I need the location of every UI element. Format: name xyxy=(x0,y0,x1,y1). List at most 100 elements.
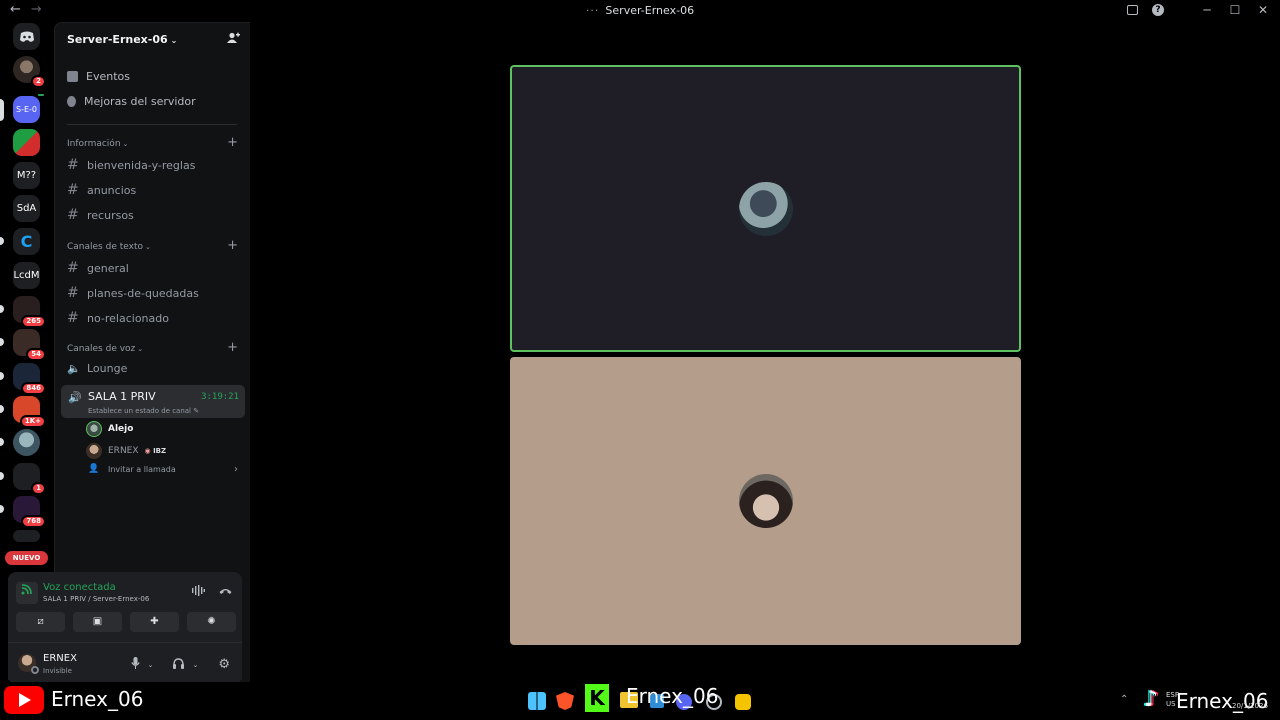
participant-tile[interactable] xyxy=(510,357,1021,645)
user-avatar[interactable] xyxy=(18,654,39,674)
unread-badge: 54 xyxy=(26,348,46,361)
server-icon-avatar[interactable] xyxy=(0,429,40,456)
avatar xyxy=(86,421,102,437)
taskbar-apps xyxy=(528,692,574,710)
hash-icon: # xyxy=(67,310,79,326)
server-icon-s-e-0[interactable]: S-E-0 xyxy=(0,92,46,123)
voice-connected-title[interactable]: Voz conectada xyxy=(43,582,116,593)
close-button[interactable]: ✕ xyxy=(1256,3,1270,17)
calendar-icon xyxy=(67,71,78,82)
participant-avatar xyxy=(738,181,793,236)
soundboard-button[interactable]: ✺ xyxy=(187,612,236,632)
server-icon-m[interactable]: M?? xyxy=(13,162,40,189)
hash-icon: # xyxy=(67,207,79,223)
voice-channel-lounge[interactable]: 🔈 Lounge xyxy=(67,362,127,375)
speaker-active-icon: 🔊 xyxy=(68,391,82,404)
server-icon-1k[interactable]: 1K+ xyxy=(0,396,46,428)
settings-gear-icon[interactable]: ⚙ xyxy=(218,657,230,672)
server-icon-1[interactable]: 1 xyxy=(0,463,46,495)
brave-browser-icon[interactable] xyxy=(556,692,574,710)
screen-share-button[interactable]: ▣ xyxy=(73,612,122,632)
channel-label: general xyxy=(87,261,129,275)
category-info[interactable]: Información ⌄ xyxy=(67,139,128,149)
add-member-icon[interactable] xyxy=(227,32,240,47)
user-controls: ⌄ ⌄ ⚙ xyxy=(130,657,230,672)
server-icon-sda[interactable]: SdA xyxy=(13,195,40,222)
unread-indicator xyxy=(0,505,4,513)
microphone-icon[interactable] xyxy=(130,657,140,672)
inbox-icon[interactable] xyxy=(1127,5,1138,15)
channel-bienvenida-y-reglas[interactable]: # bienvenida-y-reglas xyxy=(67,157,195,173)
server-icon-game[interactable] xyxy=(13,129,40,156)
invite-to-call[interactable]: 👤 Invitar a llamada xyxy=(86,464,176,474)
category-voice[interactable]: Canales de voz ⌄ xyxy=(67,344,143,354)
server-icon-768[interactable]: 768 xyxy=(0,496,46,528)
clock[interactable]: 20/1/2026 xyxy=(1232,693,1268,711)
hash-icon: # xyxy=(67,157,79,173)
add-person-icon: 👤 xyxy=(88,464,100,474)
channel-anuncios[interactable]: # anuncios xyxy=(67,182,136,198)
activities-button[interactable]: ✚ xyxy=(130,612,179,632)
tray-expand-icon[interactable]: ⌃ xyxy=(1120,694,1128,705)
channel-recursos[interactable]: # recursos xyxy=(67,207,134,223)
channel-no-relacionado[interactable]: # no-relacionado xyxy=(67,310,169,326)
unread-indicator xyxy=(0,405,4,413)
voice-channel-sala-1-priv[interactable]: 🔊 SALA 1 PRIV 3:19:21 Establece un estad… xyxy=(61,385,245,418)
category-text[interactable]: Canales de texto ⌄ xyxy=(67,242,151,252)
title-bar: ← → ··· Server-Ernex-06 ? ─ ☐ ✕ xyxy=(0,0,1280,22)
chevron-right-icon[interactable]: › xyxy=(234,464,238,475)
set-channel-status-link[interactable]: Establece un estado de canal ✎ xyxy=(88,407,199,415)
channel-planes-de-quedadas[interactable]: # planes-de-quedadas xyxy=(67,285,199,301)
add-channel-plus-icon[interactable]: + xyxy=(227,135,238,150)
dm-avatar[interactable]: 2 xyxy=(13,56,46,88)
events-item[interactable]: Eventos xyxy=(67,70,130,83)
soundboard-icon: ✺ xyxy=(207,616,216,627)
user-name[interactable]: ERNEX xyxy=(43,653,77,664)
unread-indicator xyxy=(0,372,4,380)
help-icon[interactable]: ? xyxy=(1152,4,1164,16)
kick-logo-icon: K xyxy=(585,684,609,712)
server-boost-item[interactable]: Mejoras del servidor xyxy=(67,95,196,108)
discord-home-button[interactable] xyxy=(13,23,40,50)
headphones-icon[interactable] xyxy=(173,657,185,672)
window-controls: ? ─ ☐ ✕ xyxy=(1127,3,1270,17)
server-icon-lcdm[interactable]: LcdM xyxy=(13,262,40,289)
windows-start-icon[interactable] xyxy=(528,692,546,710)
member-tag: ◉ IBZ xyxy=(145,447,167,455)
server-icon-846[interactable]: 846 xyxy=(0,363,46,395)
server-icon-54[interactable]: 54 xyxy=(0,329,46,361)
server-name-header[interactable]: Server-Ernex-06 ⌄ xyxy=(67,33,177,46)
server-label: S-E-0 xyxy=(13,96,40,123)
server-image xyxy=(13,429,40,456)
noise-suppression-icon[interactable] xyxy=(192,585,205,599)
boost-label: Mejoras del servidor xyxy=(84,95,196,108)
discord-logo-icon xyxy=(13,23,40,50)
app-icon[interactable] xyxy=(735,694,751,710)
hash-icon: # xyxy=(67,285,79,301)
add-channel-plus-icon[interactable]: + xyxy=(227,238,238,253)
voice-connected-subtitle[interactable]: SALA 1 PRIV / Server-Ernex-06 xyxy=(43,595,149,603)
signal-icon[interactable] xyxy=(16,582,38,604)
maximize-button[interactable]: ☐ xyxy=(1228,3,1242,17)
channel-general[interactable]: # general xyxy=(67,260,129,276)
new-badge[interactable]: NUEVO xyxy=(5,551,48,565)
server-icon-265[interactable]: 265 xyxy=(0,296,46,328)
chevron-down-icon[interactable]: ⌄ xyxy=(148,661,154,669)
disconnect-call-icon[interactable] xyxy=(219,585,232,599)
chevron-down-icon[interactable]: ⌄ xyxy=(192,661,198,669)
server-icon-partial[interactable] xyxy=(13,530,40,542)
minimize-button[interactable]: ─ xyxy=(1200,3,1214,17)
voice-active-badge xyxy=(36,92,46,98)
user-panel: ERNEX Invisible ⌄ ⌄ ⚙ xyxy=(8,642,242,684)
window-title-text: Server-Ernex-06 xyxy=(605,4,695,17)
invite-label: Invitar a llamada xyxy=(108,464,176,474)
voice-member[interactable]: ERNEX ◉ IBZ xyxy=(86,443,166,459)
camera-off-button[interactable]: ⧄ xyxy=(16,612,65,632)
participant-tile-speaking[interactable] xyxy=(510,65,1021,352)
add-channel-plus-icon[interactable]: + xyxy=(227,340,238,355)
channel-label: recursos xyxy=(87,208,134,222)
screen-share-icon: ▣ xyxy=(92,616,103,627)
server-icon-c[interactable]: C xyxy=(0,228,40,255)
voice-member[interactable]: Alejo xyxy=(86,421,133,437)
category-label: Canales de voz xyxy=(67,344,136,354)
